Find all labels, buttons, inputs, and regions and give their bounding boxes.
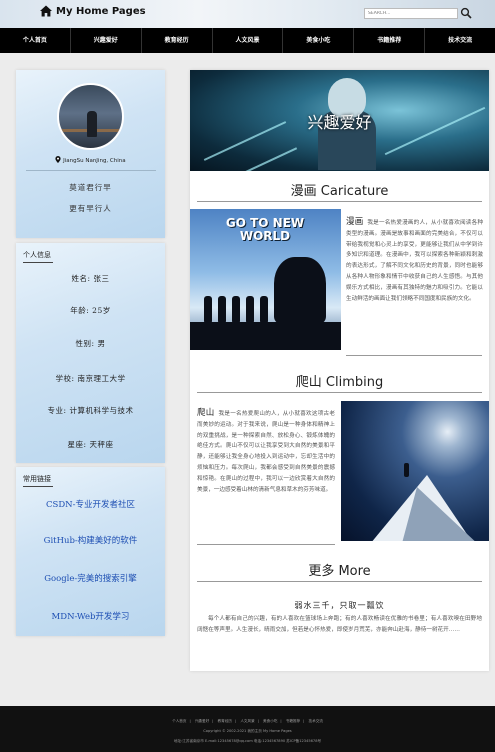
anime-text: 我是一名热爱漫画的人，从小就喜欢阅读各种类型的漫画。漫画是故事和画面的完美结合，… bbox=[346, 220, 483, 302]
section-heading-more: 更多 More bbox=[308, 564, 371, 579]
footer-link-scenery[interactable]: 人文风景 bbox=[240, 719, 254, 723]
anime-silhouette bbox=[232, 296, 240, 324]
anime-image: GO TO NEW WORLD bbox=[190, 209, 341, 350]
avatar-figure bbox=[87, 111, 97, 137]
footer-link-tech[interactable]: 技术交流 bbox=[309, 719, 323, 723]
banner-streak bbox=[232, 147, 298, 171]
anime-silhouette bbox=[204, 296, 212, 324]
nav-item-education[interactable]: 教育经历 bbox=[142, 28, 213, 53]
site-header: My Home Pages bbox=[0, 0, 495, 28]
profile-card: JiangSu NanJing, China 莫道君行早 更有早行人 bbox=[16, 70, 165, 238]
avatar bbox=[57, 83, 124, 150]
section-underline bbox=[23, 486, 53, 487]
heading-divider bbox=[197, 201, 482, 202]
site-footer: 个人首页 | 兴趣爱好 | 教育经历 | 人文风景 | 美食小吃 | 书籍推荐 | 技术交流… bbox=[0, 706, 495, 752]
more-quote: 弱水三千，只取一瓢饮 bbox=[294, 601, 385, 610]
quote-line-1: 莫道君行早 bbox=[69, 183, 112, 192]
climbing-image bbox=[341, 401, 489, 541]
main-content: 兴趣爱好 漫画 Caricature GO TO NEW WORLD 漫画 我是… bbox=[190, 70, 489, 671]
footer-link-books[interactable]: 书籍推荐 bbox=[286, 719, 300, 723]
nav-item-home[interactable]: 个人首页 bbox=[0, 28, 71, 53]
banner-title: 兴趣爱好 bbox=[307, 113, 372, 132]
info-major: 专业: 计算机科学与技术 bbox=[47, 406, 134, 415]
link-mdn[interactable]: MDN-Web开发学习 bbox=[16, 610, 165, 622]
anime-lead: 漫画 bbox=[346, 217, 364, 227]
link-csdn[interactable]: CSDN-专业开发者社区 bbox=[16, 498, 165, 510]
anime-image-title: GO TO NEW WORLD bbox=[225, 216, 305, 243]
footer-copyright: Copyright © 2002-2021 我的主页 My Home Pages bbox=[203, 729, 292, 733]
nav-item-food[interactable]: 美食小吃 bbox=[283, 28, 355, 53]
anime-paragraph: 漫画 我是一名热爱漫画的人，从小就喜欢阅读各种类型的漫画。漫画是故事和画面的完美… bbox=[346, 217, 483, 304]
section-heading-climbing: 爬山 Climbing bbox=[295, 375, 384, 390]
paragraph-divider bbox=[197, 544, 335, 545]
climber-silhouette bbox=[404, 463, 409, 477]
site-logo[interactable]: My Home Pages bbox=[40, 5, 146, 17]
climbing-text: 我是一名热爱爬山的人，从小就喜欢这项古老而美妙的运动。对于我来说，爬山是一种身体… bbox=[197, 411, 335, 493]
hobby-banner: 兴趣爱好 bbox=[190, 70, 489, 171]
main-nav: 个人首页 兴趣爱好 教育经历 人文风景 美食小吃 书籍推荐 技术交流 bbox=[0, 28, 495, 53]
footer-link-hobbies[interactable]: 兴趣爱好 bbox=[195, 719, 209, 723]
personal-info-card: 个人信息 姓名: 张三 年龄: 25岁 性别: 男 学校: 南京理工大学 专业:… bbox=[16, 243, 165, 463]
section-underline bbox=[23, 262, 53, 263]
paragraph-divider bbox=[346, 355, 482, 356]
location-pin-icon bbox=[55, 156, 61, 163]
home-icon bbox=[40, 5, 52, 17]
footer-contact: 地址:江苏省南京市 E-mail:12345678@qq.com 电话:1234… bbox=[173, 739, 322, 743]
search-icon[interactable] bbox=[460, 7, 472, 19]
nav-item-hobbies[interactable]: 兴趣爱好 bbox=[71, 28, 142, 53]
link-github[interactable]: GitHub-构建美好的软件 bbox=[16, 534, 165, 546]
link-google[interactable]: Google-完美的搜索引擎 bbox=[16, 572, 165, 584]
links-card: 常用链接 CSDN-专业开发者社区 GitHub-构建美好的软件 Google-… bbox=[16, 467, 165, 636]
search-input[interactable] bbox=[364, 8, 458, 19]
climbing-paragraph: 爬山 我是一名热爱爬山的人，从小就喜欢这项古老而美妙的运动。对于我来说，爬山是一… bbox=[197, 408, 335, 495]
section-title: 个人信息 bbox=[23, 251, 51, 259]
quote-line-2: 更有早行人 bbox=[69, 204, 112, 213]
more-paragraph: 每个人都有自己的兴趣，有的人喜欢在篮球场上奔跑；有的人喜欢畅读在优雅的书卷里；有… bbox=[197, 616, 482, 633]
anime-silhouette bbox=[218, 296, 226, 324]
info-gender: 性别: 男 bbox=[75, 339, 106, 348]
anime-silhouette bbox=[246, 296, 254, 324]
climbing-lead: 爬山 bbox=[197, 408, 215, 418]
nav-item-books[interactable]: 书籍推荐 bbox=[354, 28, 426, 53]
footer-link-education[interactable]: 教育经历 bbox=[218, 719, 232, 723]
location-text: JiangSu NanJing, China bbox=[63, 158, 126, 164]
info-sign: 星座: 天秤座 bbox=[67, 440, 114, 449]
divider bbox=[26, 170, 156, 171]
info-school: 学校: 南京理工大学 bbox=[55, 374, 126, 383]
section-heading-anime: 漫画 Caricature bbox=[290, 184, 389, 199]
footer-link-home[interactable]: 个人首页 bbox=[172, 719, 186, 723]
site-title: My Home Pages bbox=[56, 5, 146, 17]
nav-item-scenery[interactable]: 人文风景 bbox=[213, 28, 284, 53]
heading-divider bbox=[197, 392, 482, 393]
info-name: 姓名: 张三 bbox=[71, 274, 110, 283]
info-age: 年龄: 25岁 bbox=[70, 306, 111, 315]
footer-link-food[interactable]: 美食小吃 bbox=[263, 719, 277, 723]
section-title: 常用链接 bbox=[23, 475, 51, 483]
anime-ground bbox=[190, 322, 341, 350]
anime-silhouette bbox=[260, 296, 268, 324]
anime-ship-silhouette bbox=[274, 257, 326, 323]
heading-divider bbox=[197, 581, 482, 582]
location: JiangSu NanJing, China bbox=[16, 156, 165, 164]
nav-item-tech[interactable]: 技术交流 bbox=[425, 28, 495, 53]
footer-links: 个人首页 | 兴趣爱好 | 教育经历 | 人文风景 | 美食小吃 | 书籍推荐 | 技术交流 bbox=[172, 719, 323, 723]
